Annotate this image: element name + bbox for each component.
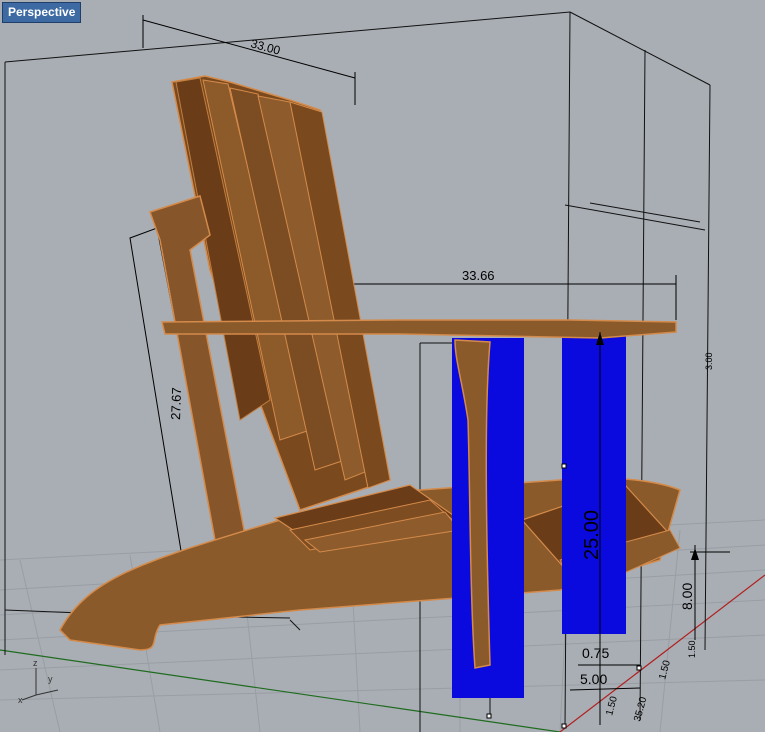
model-canvas[interactable]: 33.00 33.66 27.67 25.00 8.00 0.75 5.00 1… bbox=[0, 0, 765, 732]
perspective-viewport[interactable]: Perspective 33.00 33.66 27.67 25.00 8.00… bbox=[0, 0, 765, 732]
svg-text:z: z bbox=[33, 658, 38, 668]
dimension-seat-height: 8.00 bbox=[679, 545, 730, 640]
dim-offset-wide-text: 5.00 bbox=[580, 671, 607, 687]
dim-front-bottom-b-text: 1.50 bbox=[657, 659, 673, 681]
dim-leg-rake-text: 27.67 bbox=[168, 387, 184, 420]
front-right-leg-blue[interactable] bbox=[562, 332, 626, 634]
dimension-arm-length: 33.66 bbox=[347, 268, 677, 320]
dim-arm-length-text: 33.66 bbox=[462, 268, 495, 283]
dim-front-leg-height-text: 25.00 bbox=[581, 510, 603, 560]
dim-offset-small-text: 0.75 bbox=[582, 645, 609, 661]
dim-right-edge-2-text: 3.00 bbox=[704, 352, 714, 370]
dim-front-bottom-a-text: 1.50 bbox=[604, 695, 620, 717]
svg-text:x: x bbox=[18, 695, 23, 705]
dim-right-edge-text: 1.50 bbox=[687, 640, 697, 658]
dim-front-bottom-c-text: 35.20 bbox=[632, 695, 649, 722]
svg-text:y: y bbox=[48, 674, 53, 684]
dim-top-width-text: 33.00 bbox=[249, 36, 282, 57]
dim-seat-height-text: 8.00 bbox=[679, 583, 695, 610]
